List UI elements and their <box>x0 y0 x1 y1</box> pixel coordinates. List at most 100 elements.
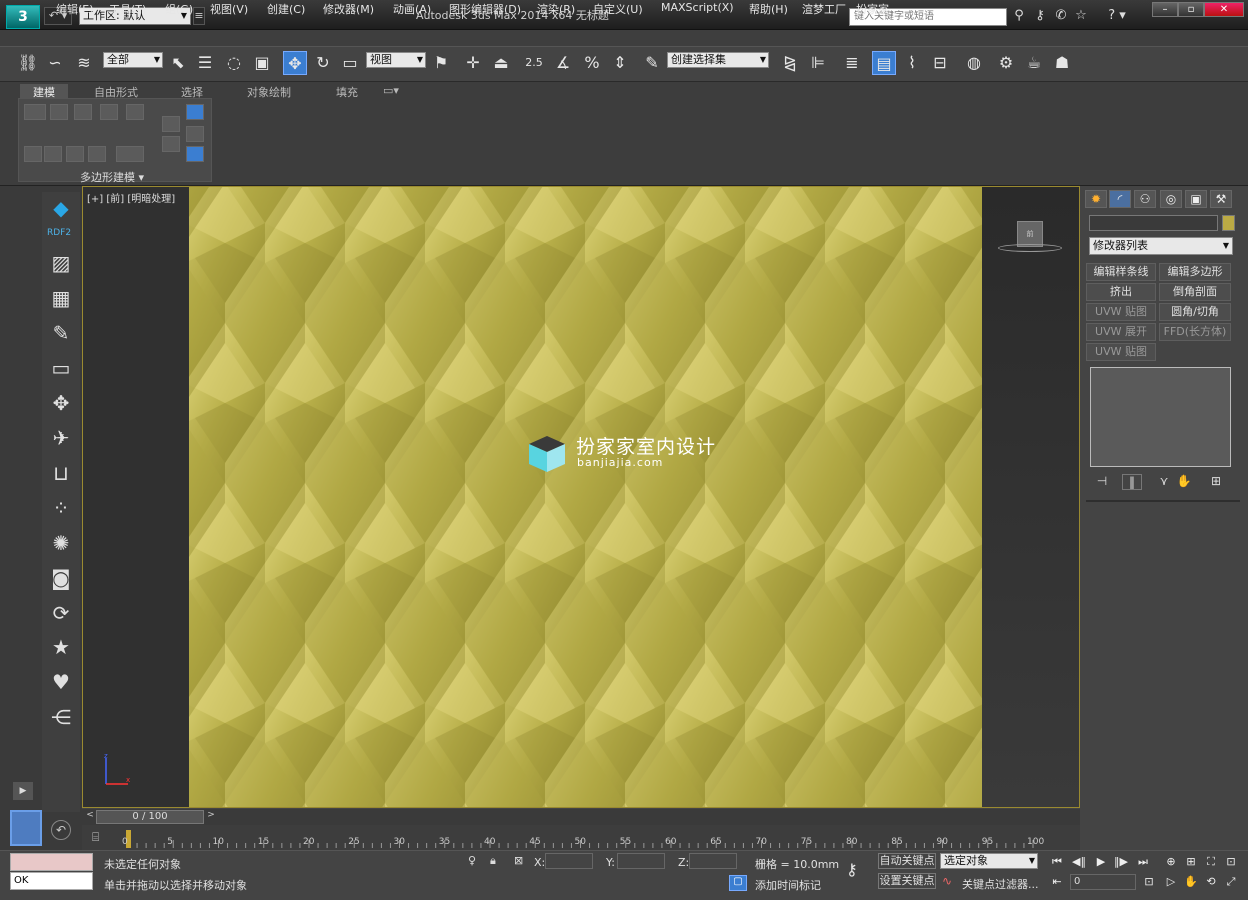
rdf-logo-icon[interactable]: ◆ <box>48 195 74 221</box>
ribbon-tool-button[interactable] <box>162 116 180 132</box>
ribbon-tab-populate[interactable]: 填充 <box>336 84 358 99</box>
align-icon[interactable]: ⊫ <box>806 51 830 75</box>
select-scale-icon[interactable]: ▭ <box>338 51 362 75</box>
window-crossing-icon[interactable]: ▣ <box>250 51 274 75</box>
ribbon-tab-modeling[interactable]: 建模 <box>20 84 68 99</box>
pin-stack-icon[interactable]: ⊣ <box>1092 474 1112 490</box>
modifier-button-extrude[interactable]: 挤出 <box>1086 283 1156 301</box>
ribbon-tab-freeform[interactable]: 自由形式 <box>94 84 138 99</box>
set-key-mode-key-icon[interactable]: ⚷ <box>846 860 872 880</box>
ribbon-tool-button[interactable] <box>162 136 180 152</box>
help-icon[interactable]: ? ▾ <box>1103 8 1131 24</box>
maxscript-output[interactable]: OK <box>10 872 93 890</box>
select-manipulate-icon[interactable]: ✛ <box>461 51 485 75</box>
key-mode-toggle-icon[interactable]: ⇤ <box>1048 874 1066 890</box>
maximize-button[interactable]: ▫ <box>1178 2 1204 17</box>
refresh-icon[interactable]: ⟳ <box>48 600 74 626</box>
maxscript-listener-input[interactable] <box>10 853 93 871</box>
orbit-icon[interactable]: ⟲ <box>1202 874 1220 890</box>
ribbon-tool-button[interactable] <box>24 146 42 162</box>
move-icon[interactable]: ✥ <box>48 390 74 416</box>
modifier-button-bevel-profile[interactable]: 倒角剖面 <box>1159 283 1231 301</box>
maximize-viewport-icon[interactable]: ⤢ <box>1222 874 1240 890</box>
unlink-icon[interactable]: ∽ <box>43 51 67 75</box>
display-tab-icon[interactable]: ▣ <box>1185 190 1207 208</box>
zoom-icon[interactable]: ⊕ <box>1162 854 1180 870</box>
image-icon[interactable]: ▨ <box>48 250 74 276</box>
share-icon[interactable]: ⋲ <box>48 704 74 730</box>
communication-icon[interactable]: ✆ <box>1053 8 1069 24</box>
schematic-view-icon[interactable]: ⊟ <box>928 51 952 75</box>
selection-region-icon[interactable]: ◌ <box>222 51 246 75</box>
angle-snap-icon[interactable]: ∡ <box>551 51 575 75</box>
minimize-button[interactable]: – <box>1152 2 1178 17</box>
configure-modifier-sets-icon[interactable]: ⊞ <box>1206 474 1226 490</box>
select-by-name-icon[interactable]: ☰ <box>193 51 217 75</box>
create-tab-sun-icon[interactable]: ✹ <box>1085 190 1107 208</box>
selection-lock-icon[interactable]: 🔒︎ <box>490 854 504 870</box>
render-setup-icon[interactable]: ⚙ <box>994 51 1018 75</box>
goto-start-icon[interactable]: ⏮ <box>1048 854 1066 870</box>
pivot-center-icon[interactable]: ⚑ <box>429 51 453 75</box>
modifier-list-dropdown[interactable]: 修改器列表 ▼ <box>1089 237 1233 255</box>
render-production-icon[interactable]: ☗ <box>1050 51 1074 75</box>
auto-key-button[interactable]: 自动关键点 <box>878 853 936 869</box>
menu-customize[interactable]: 自定义(U) <box>593 1 643 17</box>
isolate-selection-icon[interactable]: ♀ <box>468 854 482 870</box>
zoom-extents-all-icon[interactable]: ⊡ <box>1222 854 1240 870</box>
spinner-snap-icon[interactable]: ⇕ <box>608 51 632 75</box>
menu-view[interactable]: 视图(V) <box>210 1 248 17</box>
plane-icon[interactable]: ✈ <box>48 425 74 451</box>
menu-group[interactable]: 组(G) <box>165 1 193 17</box>
bind-space-warp-icon[interactable]: ≋ <box>72 51 96 75</box>
key-icon[interactable]: ⚷ <box>1032 8 1048 24</box>
viewport-layout-button[interactable] <box>10 810 42 846</box>
expand-sidebar-button[interactable]: ▶ <box>13 782 33 800</box>
current-frame-field[interactable]: 0 <box>1070 874 1136 890</box>
ribbon-tool-button[interactable] <box>186 104 204 120</box>
link-icon[interactable]: ⛓ <box>16 51 40 75</box>
menu-maxscript[interactable]: MAXScript(X) <box>661 1 734 14</box>
z-coordinate-field[interactable] <box>689 853 737 869</box>
menu-tools[interactable]: 工具(T) <box>109 1 146 17</box>
hierarchy-tab-icon[interactable]: ⚇ <box>1134 190 1156 208</box>
select-rotate-icon[interactable]: ↻ <box>311 51 335 75</box>
menu-banjiajia[interactable]: 扮家家 <box>856 1 889 17</box>
viewport-label[interactable]: [+] [前] [明暗处理] <box>87 190 175 205</box>
time-configuration-icon[interactable]: ⊡ <box>1140 874 1158 890</box>
curve-editor-icon[interactable]: ⌇ <box>900 51 924 75</box>
viewcube-ring[interactable] <box>998 244 1062 252</box>
menu-edit[interactable]: 编辑(E) <box>56 1 94 17</box>
close-button[interactable]: ✕ <box>1204 2 1244 17</box>
modifier-button-edit-spline[interactable]: 编辑样条线 <box>1086 263 1156 281</box>
app-logo-icon[interactable]: 3 <box>6 5 40 29</box>
ribbon-tab-object-paint[interactable]: 对象绘制 <box>247 84 291 99</box>
object-color-swatch[interactable] <box>1222 215 1235 231</box>
modifier-stack[interactable] <box>1090 367 1231 467</box>
time-tag-icon[interactable]: ▢ <box>729 875 747 891</box>
menu-rendering[interactable]: 渲染(R) <box>537 1 575 17</box>
edit-icon[interactable]: ✎ <box>48 320 74 346</box>
time-slider[interactable]: 0 / 100 <box>96 810 204 824</box>
ribbon-tool-button[interactable] <box>50 104 68 120</box>
scene-explorer-icon[interactable]: ▤ <box>872 51 896 75</box>
set-key-button[interactable]: 设置关键点 <box>878 873 936 889</box>
modifier-button-fillet-chamfer[interactable]: 圆角/切角 <box>1159 303 1231 321</box>
make-unique-icon[interactable]: ⋎ <box>1154 474 1174 490</box>
menu-create[interactable]: 创建(C) <box>267 1 305 17</box>
ribbon-tool-button[interactable] <box>186 126 204 142</box>
add-time-tag-button[interactable]: 添加时间标记 <box>755 877 821 893</box>
menu-help[interactable]: 帮助(H) <box>749 1 788 17</box>
motion-tab-icon[interactable]: ◎ <box>1160 190 1182 208</box>
mini-curve-editor-icon[interactable]: ⌸ <box>92 830 108 846</box>
ribbon-tab-selection[interactable]: 选择 <box>181 84 203 99</box>
ribbon-tool-button[interactable] <box>74 104 92 120</box>
ribbon-tool-button[interactable] <box>44 146 62 162</box>
material-editor-icon[interactable]: ◍ <box>962 51 986 75</box>
ribbon-tool-button[interactable] <box>88 146 106 162</box>
select-object-icon[interactable]: ⬉ <box>166 51 190 75</box>
remove-modifier-icon[interactable]: ✋ <box>1174 474 1194 490</box>
modifier-button-unwrap-uvw[interactable]: UVW 展开 <box>1086 323 1156 341</box>
dots-icon[interactable]: ⁘ <box>48 495 74 521</box>
diamond-panel-model[interactable] <box>189 187 982 807</box>
